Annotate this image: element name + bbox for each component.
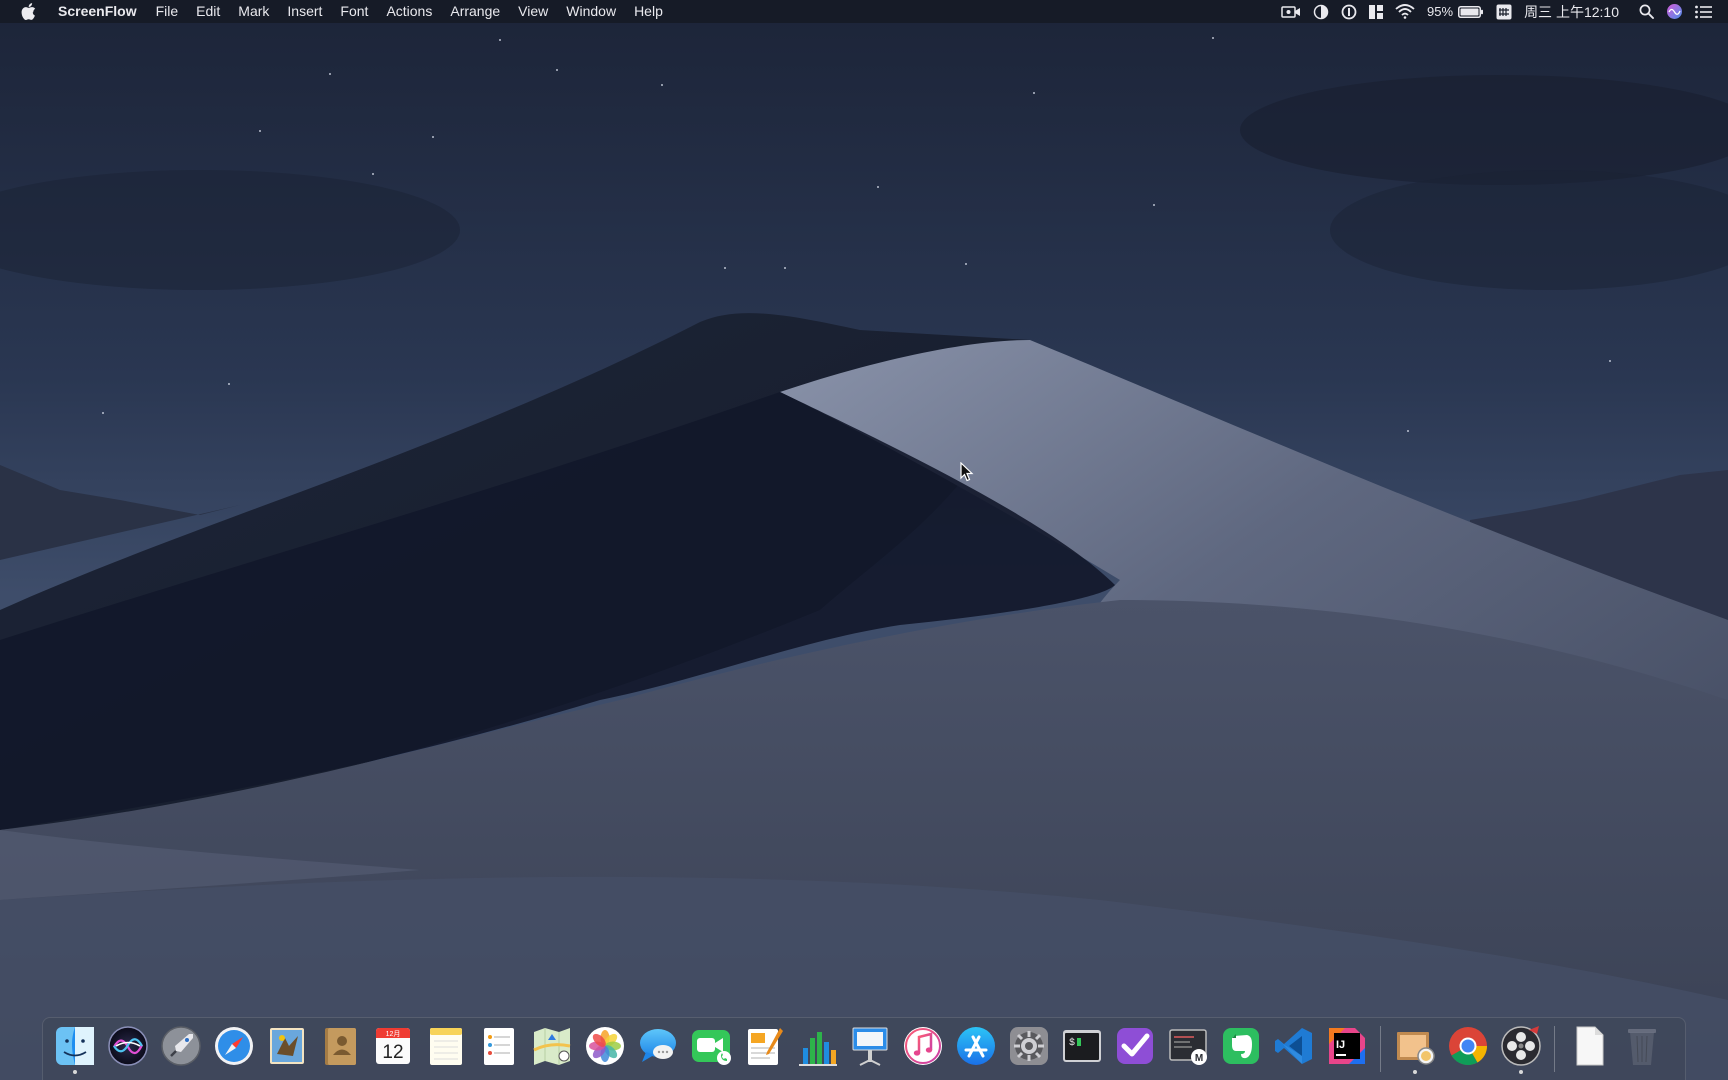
desktop-wallpaper: [0, 0, 1728, 1080]
dock-item-notes[interactable]: [422, 1024, 470, 1074]
finder-icon: [56, 1027, 94, 1065]
menu-insert[interactable]: Insert: [278, 0, 331, 23]
dock-item-safari[interactable]: [210, 1024, 258, 1074]
running-indicator: [73, 1070, 77, 1074]
menu-mark[interactable]: Mark: [229, 0, 278, 23]
dock-item-contacts[interactable]: [316, 1024, 364, 1074]
messages-icon: [640, 1029, 676, 1062]
dock-separator: [1554, 1026, 1555, 1072]
dock-item-calendar[interactable]: 12月 12: [369, 1024, 417, 1074]
app-name-menu[interactable]: ScreenFlow: [54, 0, 147, 23]
system-preferences-icon: [1010, 1027, 1048, 1065]
contacts-icon: [325, 1028, 356, 1065]
dock-item-photos[interactable]: [581, 1024, 629, 1074]
calendar-day: 12: [382, 1042, 403, 1063]
maps-icon: [533, 1028, 571, 1065]
intellij-logo: IJ: [1336, 1039, 1345, 1051]
menu-help[interactable]: Help: [625, 0, 672, 23]
intellij-icon: IJ: [1329, 1028, 1365, 1064]
facetime-icon: [692, 1030, 731, 1065]
clock[interactable]: 周三 上午12:10: [1524, 0, 1619, 23]
dock-item-reminders[interactable]: [475, 1024, 523, 1074]
menu-file[interactable]: File: [147, 0, 188, 23]
dock-item-numbers[interactable]: [793, 1024, 841, 1074]
dock-item-app-store[interactable]: [952, 1024, 1000, 1074]
menu-font[interactable]: Font: [331, 0, 377, 23]
evernote-icon: [1223, 1028, 1259, 1064]
dock-item-omnifocus[interactable]: [1111, 1024, 1159, 1074]
dock-item-chrome[interactable]: [1444, 1024, 1492, 1074]
document-stack-icon: [1576, 1026, 1604, 1066]
launchpad-icon: [161, 1026, 201, 1066]
calendar-month: 12月: [386, 1030, 401, 1038]
battery-percent[interactable]: 95%: [1427, 0, 1453, 23]
siri-icon: [108, 1026, 148, 1066]
input-method-icon[interactable]: [1496, 0, 1512, 23]
safari-icon: [215, 1027, 253, 1065]
menu-actions[interactable]: Actions: [377, 0, 441, 23]
dock-item-evernote[interactable]: [1217, 1024, 1265, 1074]
menu-window[interactable]: Window: [557, 0, 625, 23]
dock-item-finder[interactable]: [51, 1024, 99, 1074]
dock-item-mail[interactable]: [263, 1024, 311, 1074]
screenflow-icon: [1501, 1026, 1541, 1066]
mweb-logo: M: [1195, 1053, 1203, 1064]
dock-item-vscode[interactable]: [1270, 1024, 1318, 1074]
dock-item-messages[interactable]: [634, 1024, 682, 1074]
preview-icon: [1397, 1032, 1435, 1065]
dock-item-document-stack[interactable]: [1565, 1024, 1613, 1074]
notes-icon: [430, 1028, 462, 1065]
terminal-prompt: $: [1069, 1037, 1075, 1049]
menu-edit[interactable]: Edit: [187, 0, 229, 23]
wifi-icon[interactable]: [1395, 0, 1415, 23]
menu-view[interactable]: View: [509, 0, 557, 23]
running-indicator: [1413, 1070, 1417, 1074]
dock-item-system-preferences[interactable]: [1005, 1024, 1053, 1074]
apple-menu-icon[interactable]: [18, 2, 38, 22]
app-store-icon: [957, 1027, 995, 1065]
contrast-icon[interactable]: [1313, 0, 1329, 23]
reminders-icon: [484, 1028, 514, 1065]
menu-bar: ScreenFlow File Edit Mark Insert Font Ac…: [0, 0, 1728, 23]
dock: 12月 12 $ M IJ: [42, 1017, 1686, 1080]
dock-item-facetime[interactable]: [687, 1024, 735, 1074]
dock-item-preview[interactable]: [1391, 1024, 1439, 1074]
battery-icon[interactable]: [1458, 0, 1484, 23]
dock-item-mweb[interactable]: M: [1164, 1024, 1212, 1074]
dock-item-siri[interactable]: [104, 1024, 152, 1074]
window-layout-icon[interactable]: [1369, 0, 1384, 23]
dock-item-trash[interactable]: [1618, 1024, 1666, 1074]
dock-item-terminal[interactable]: $: [1058, 1024, 1106, 1074]
calendar-icon: 12月 12: [376, 1028, 410, 1064]
dock-item-screenflow[interactable]: [1497, 1024, 1545, 1074]
dock-item-maps[interactable]: [528, 1024, 576, 1074]
dock-item-keynote[interactable]: [846, 1024, 894, 1074]
itunes-icon: [904, 1027, 942, 1065]
dock-separator: [1380, 1026, 1381, 1072]
numbers-icon: [799, 1032, 837, 1066]
spotlight-search-icon[interactable]: [1639, 0, 1654, 23]
mail-icon: [270, 1028, 304, 1064]
mweb-icon: M: [1169, 1029, 1207, 1065]
running-indicator: [1519, 1070, 1523, 1074]
onepassword-icon[interactable]: [1341, 0, 1357, 23]
pages-icon: [748, 1028, 783, 1065]
chrome-icon: [1449, 1027, 1487, 1066]
trash-icon: [1628, 1029, 1656, 1065]
menu-arrange[interactable]: Arrange: [441, 0, 509, 23]
photos-icon: [586, 1027, 624, 1065]
dock-item-itunes[interactable]: [899, 1024, 947, 1074]
screen-recording-icon[interactable]: [1281, 0, 1301, 23]
notification-center-icon[interactable]: [1695, 0, 1712, 23]
dock-item-pages[interactable]: [740, 1024, 788, 1074]
vscode-icon: [1275, 1028, 1312, 1064]
mouse-cursor-icon: [960, 461, 974, 487]
dock-item-intellij[interactable]: IJ: [1323, 1024, 1371, 1074]
keynote-icon: [852, 1027, 888, 1066]
dock-item-launchpad[interactable]: [157, 1024, 205, 1074]
terminal-icon: $: [1063, 1030, 1101, 1062]
siri-menu-icon[interactable]: [1666, 0, 1683, 23]
omnifocus-icon: [1117, 1028, 1153, 1064]
